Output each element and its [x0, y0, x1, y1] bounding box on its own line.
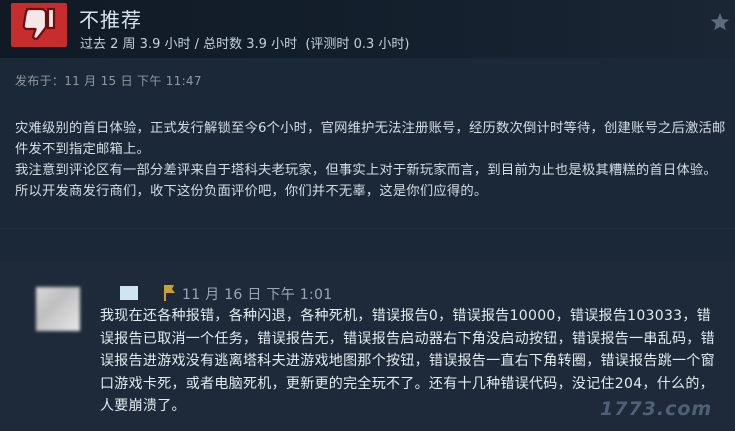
thumbs-down-badge — [11, 3, 67, 47]
playtime-info: 过去 2 周 3.9 小时 / 总时数 3.9 小时 (评测时 0.3 小时) — [80, 33, 409, 52]
star-icon[interactable] — [710, 12, 730, 32]
review-paragraph: 我注意到评论区有一部分差评来自于塔科夫老玩家，但事实上对于新玩家而言，到目前为止… — [15, 163, 717, 199]
review-content: 灾难级别的首日体验，正式发行解锁至今6个小时，官网维护无法注册账号，经历数次倒计… — [15, 118, 727, 202]
flag-icon — [164, 285, 175, 301]
review-header: 不推荐 过去 2 周 3.9 小时 / 总时数 3.9 小时 (评测时 0.3 … — [0, 0, 735, 58]
hours-total: 总时数 3.9 小时 — [203, 37, 298, 52]
hours-separator: / — [190, 37, 204, 52]
thumbs-down-icon — [22, 7, 56, 40]
commenter-avatar[interactable] — [36, 287, 80, 331]
watermark: 1773.com — [600, 398, 713, 420]
review-verdict: 不推荐 — [79, 8, 142, 32]
commenter-name-blurred[interactable] — [120, 286, 138, 300]
section-divider — [0, 228, 735, 229]
posted-date: 发布于：11 月 15 日 下午 11:47 — [15, 74, 202, 88]
hours-past-two-weeks: 过去 2 周 3.9 小时 — [80, 37, 191, 52]
comment-date: 11 月 16 日 下午 1:01 — [182, 287, 333, 303]
review-paragraph: 灾难级别的首日体验，正式发行解锁至今6个小时，官网维护无法注册账号，经历数次倒计… — [15, 121, 726, 157]
hours-at-review: (评测时 0.3 小时) — [305, 37, 410, 52]
